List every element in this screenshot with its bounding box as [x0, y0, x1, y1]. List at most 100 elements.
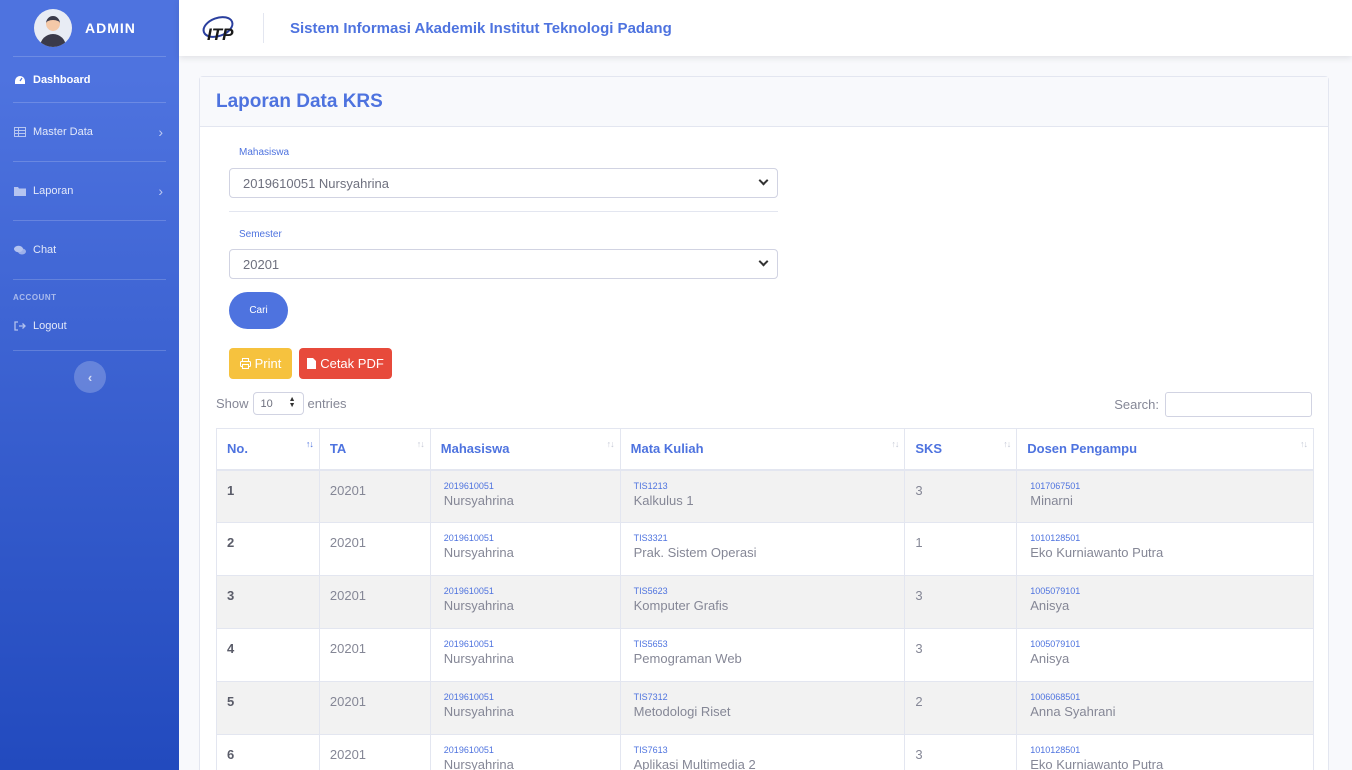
kode-mk-text: TIS7312 — [633, 692, 668, 702]
sidebar-item-chat[interactable]: Chat — [0, 221, 179, 279]
card-header: Laporan Data KRS — [200, 77, 1328, 127]
sort-icon: ↑↓ — [1003, 439, 1011, 449]
column-header[interactable]: No. ↑↓ — [216, 428, 320, 471]
sort-icon: ↑↓ — [305, 439, 314, 449]
nidn-text: 1005079101 — [1030, 586, 1081, 596]
cell-mata-kuliah: TIS1213 Kalkulus 1 — [619, 469, 906, 523]
cell-no: 6 — [216, 734, 320, 770]
cell-no: 1 — [216, 469, 320, 523]
table-row: 6 20201 2019610051 Nursyahrina TIS7613 Aplika… — [216, 734, 1314, 770]
nidn-text: 1017067501 — [1030, 480, 1081, 491]
table-row: 2 20201 2019610051 Nursyahrina TIS3321 Prak. … — [216, 522, 1314, 576]
mahasiswa-name: Nursyahrina — [443, 757, 514, 770]
sidebar-item-label: Master Data — [33, 126, 93, 138]
semester-select[interactable]: 20201 — [229, 249, 778, 279]
cell-sks: 3 — [904, 734, 1018, 770]
kode-mk-text: TIS5653 — [633, 639, 668, 649]
chevron-down-icon — [758, 256, 769, 267]
cell-ta: 20201 — [318, 628, 431, 682]
cell-ta: 20201 — [318, 575, 431, 629]
sidebar-heading-account: ACCOUNT — [13, 293, 57, 302]
cell-ta: 20201 — [318, 734, 431, 770]
print-button[interactable]: Print — [229, 348, 292, 379]
print-label: Print — [254, 356, 282, 371]
column-header[interactable]: SKS ↑↓ — [904, 428, 1018, 471]
dosen-name: Eko Kurniawanto Putra — [1030, 545, 1164, 560]
cell-mata-kuliah: TIS7613 Aplikasi Multimedia 2 — [619, 734, 906, 770]
sidebar-item-dashboard[interactable]: Dashboard — [0, 57, 179, 102]
sidebar-item-logout[interactable]: Logout — [0, 302, 179, 350]
chevron-right-icon: › — [158, 183, 163, 199]
nidn-text: 1006068501 — [1030, 692, 1081, 702]
kode-mk-text: TIS3321 — [633, 533, 668, 543]
topbar: ITP Sistem Informasi Akademik Institut T… — [179, 0, 1352, 56]
kode-mk-text: TIS5623 — [633, 586, 668, 596]
cell-dosen: 1005079101 Anisya — [1016, 628, 1314, 682]
mahasiswa-name: Nursyahrina — [443, 545, 514, 560]
sidebar-item-label: Logout — [33, 320, 67, 332]
cell-ta: 20201 — [318, 522, 431, 576]
mahasiswa-label: Mahasiswa — [239, 147, 290, 158]
entries-select-value: 10 — [260, 397, 273, 410]
table-row: 1 20201 2019610051 Nursyahrina TIS1213 Kalkul… — [216, 469, 1314, 523]
sidebar-item-master-data[interactable]: Master Data › — [0, 103, 179, 161]
mahasiswa-select[interactable]: 2019610051 Nursyahrina — [229, 168, 778, 198]
dosen-name: Anisya — [1030, 651, 1070, 666]
sidebar-toggle-button[interactable]: ‹ — [74, 361, 106, 393]
form-divider — [229, 211, 778, 212]
mahasiswa-name: Nursyahrina — [443, 704, 514, 719]
itp-logo: ITP — [201, 13, 241, 44]
mahasiswa-name: Nursyahrina — [443, 492, 514, 508]
entries-select[interactable]: 10 ▲ ▼ — [252, 392, 304, 415]
cell-mata-kuliah: TIS3321 Prak. Sistem Operasi — [619, 522, 906, 576]
dosen-name: Eko Kurniawanto Putra — [1030, 757, 1164, 770]
semester-label: Semester — [239, 229, 282, 240]
nim-text: 2019610051 — [443, 692, 494, 702]
cari-button[interactable]: Cari — [229, 292, 288, 329]
krs-table: No. ↑↓ TA ↑↓ Mahasiswa ↑↓ Mata Kuliah ↑↓ SKS… — [216, 428, 1314, 770]
cell-no: 4 — [216, 628, 320, 682]
cell-no: 3 — [216, 575, 320, 629]
sidebar-brand[interactable]: ADMIN — [0, 0, 179, 56]
cell-sks: 1 — [904, 522, 1018, 576]
entries-length: Show 10 ▲ ▼ entries — [216, 392, 347, 415]
mata-kuliah-name: Prak. Sistem Operasi — [633, 545, 757, 560]
semester-select-value: 20201 — [243, 256, 280, 272]
dosen-name: Minarni — [1030, 492, 1073, 508]
sidebar-item-label: Chat — [33, 244, 57, 256]
cell-dosen: 1010128501 Eko Kurniawanto Putra — [1016, 734, 1314, 770]
mata-kuliah-name: Metodologi Riset — [633, 704, 731, 719]
cell-mahasiswa: 2019610051 Nursyahrina — [429, 469, 621, 523]
mahasiswa-name: Nursyahrina — [443, 651, 514, 666]
tachometer-icon — [15, 75, 25, 84]
sort-icon: ↑↓ — [416, 439, 425, 449]
mata-kuliah-name: Pemograman Web — [633, 651, 742, 666]
sidebar-item-label: Dashboard — [33, 73, 91, 86]
cell-dosen: 1017067501 Minarni — [1016, 469, 1314, 523]
column-header[interactable]: Mahasiswa ↑↓ — [429, 428, 621, 471]
cell-sks: 3 — [904, 628, 1018, 682]
sort-icon: ↑↓ — [891, 439, 899, 449]
cell-mata-kuliah: TIS7312 Metodologi Riset — [619, 681, 906, 735]
cetak-pdf-button[interactable]: Cetak PDF — [299, 348, 392, 379]
kode-mk-text: TIS1213 — [633, 480, 668, 491]
nidn-text: 1010128501 — [1030, 533, 1081, 543]
sidebar-divider — [13, 350, 166, 351]
nim-text: 2019610051 — [443, 480, 494, 491]
sort-icon: ↑↓ — [606, 439, 615, 449]
table-header-row: No. ↑↓ TA ↑↓ Mahasiswa ↑↓ Mata Kuliah ↑↓ SKS… — [216, 428, 1314, 471]
cell-dosen: 1010128501 Eko Kurniawanto Putra — [1016, 522, 1314, 576]
avatar — [34, 9, 72, 47]
search-input[interactable] — [1165, 392, 1312, 417]
cell-mahasiswa: 2019610051 Nursyahrina — [429, 734, 621, 770]
column-header[interactable]: Dosen Pengampu ↑↓ — [1016, 428, 1314, 471]
sidebar-item-laporan[interactable]: Laporan › — [0, 162, 179, 220]
logo-text: ITP — [207, 25, 234, 43]
mata-kuliah-name: Aplikasi Multimedia 2 — [633, 757, 756, 770]
column-header[interactable]: Mata Kuliah ↑↓ — [619, 428, 906, 471]
nim-text: 2019610051 — [443, 533, 494, 543]
column-header[interactable]: TA ↑↓ — [318, 428, 431, 471]
dosen-name: Anna Syahrani — [1030, 704, 1116, 719]
cell-sks: 3 — [904, 469, 1018, 523]
topbar-divider — [263, 13, 264, 43]
